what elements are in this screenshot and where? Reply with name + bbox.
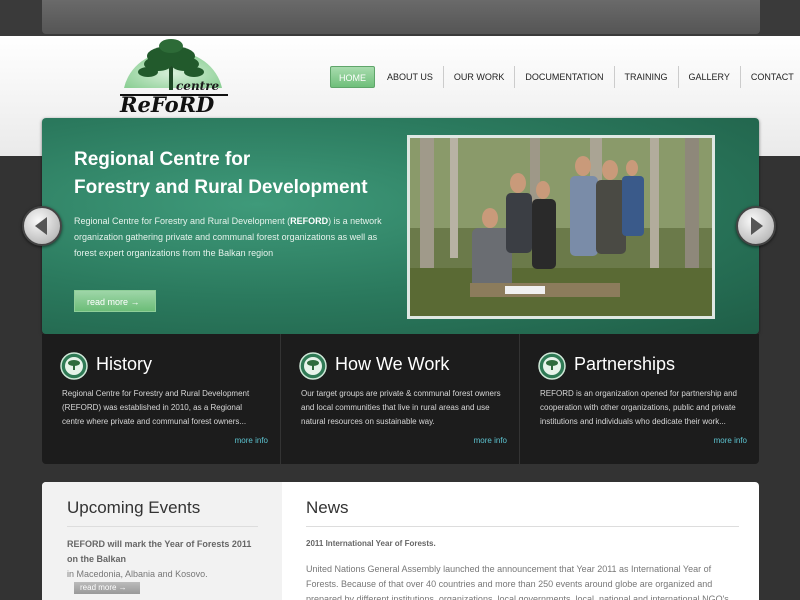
nav-about-us[interactable]: ABOUT US: [377, 66, 444, 88]
arrow-right-icon: [751, 217, 763, 235]
slider-prev-button[interactable]: [22, 206, 62, 246]
hero-title-line1: Regional Centre for: [74, 149, 251, 170]
hero-text-part1: Regional Centre for Forestry and Rural D…: [74, 216, 291, 226]
nav-gallery[interactable]: GALLERY: [679, 66, 741, 88]
hero-read-more-button[interactable]: read more →: [74, 290, 156, 312]
feature-panels: History Regional Centre for Forestry and…: [42, 334, 759, 464]
tree-badge-icon: [60, 352, 88, 380]
news-section: News 2011 International Year of Forests.…: [282, 482, 759, 600]
hero-title-line2: Forestry and Rural Development: [74, 177, 368, 198]
panel-title: Partnerships: [574, 354, 676, 374]
panel-text: REFORD is an organization opened for par…: [540, 389, 737, 426]
more-info-link[interactable]: more info: [714, 436, 747, 445]
tree-badge-icon: [299, 352, 327, 380]
upcoming-events: Upcoming Events REFORD will mark the Yea…: [42, 482, 282, 600]
event-read-more-button[interactable]: read more →: [74, 582, 140, 594]
panel-text: Our target groups are private & communal…: [301, 389, 501, 426]
nav-home[interactable]: HOME: [330, 66, 375, 88]
hero-description: Regional Centre for Forestry and Rural D…: [74, 213, 394, 261]
event-title[interactable]: REFORD will mark the Year of Forests 201…: [67, 537, 258, 567]
more-info-link[interactable]: more info: [235, 436, 268, 445]
site-logo[interactable]: centre ReFoRD: [118, 38, 230, 118]
nav-training[interactable]: TRAINING: [615, 66, 679, 88]
panel-partnerships: Partnerships REFORD is an organization o…: [520, 334, 759, 464]
panel-history: History Regional Centre for Forestry and…: [42, 334, 281, 464]
tree-badge-icon: [538, 352, 566, 380]
hero-slider: Regional Centre for Forestry and Rural D…: [42, 118, 759, 334]
top-bar: [42, 0, 760, 34]
arrow-left-icon: [35, 217, 47, 235]
reford-logo-icon: centre ReFoRD: [119, 39, 228, 117]
hero-photo: [407, 135, 715, 319]
events-heading: Upcoming Events: [67, 498, 258, 527]
panel-title: History: [96, 354, 153, 374]
panel-how-we-work: How We Work Our target groups are privat…: [281, 334, 520, 464]
nav-our-work[interactable]: OUR WORK: [444, 66, 516, 88]
svg-text:centre: centre: [176, 79, 220, 93]
panel-title: How We Work: [335, 354, 450, 374]
main-nav: HOME ABOUT US OUR WORK DOCUMENTATION TRA…: [330, 66, 800, 88]
news-text: United Nations General Assembly launched…: [306, 564, 732, 600]
bottom-section: Upcoming Events REFORD will mark the Yea…: [42, 482, 759, 600]
hero-text-bold: REFORD: [290, 216, 329, 226]
forest-workers-photo-icon: [410, 138, 712, 316]
news-heading: News: [306, 498, 739, 527]
nav-documentation[interactable]: DOCUMENTATION: [515, 66, 615, 88]
slider-next-button[interactable]: [736, 206, 776, 246]
nav-contact[interactable]: CONTACT: [741, 66, 800, 88]
hero-title: Regional Centre for Forestry and Rural D…: [74, 146, 414, 202]
panel-text: Regional Centre for Forestry and Rural D…: [62, 389, 250, 426]
event-text: in Macedonia, Albania and Kosovo.: [67, 569, 208, 579]
more-info-link[interactable]: more info: [474, 436, 507, 445]
news-title[interactable]: 2011 International Year of Forests.: [306, 539, 739, 548]
